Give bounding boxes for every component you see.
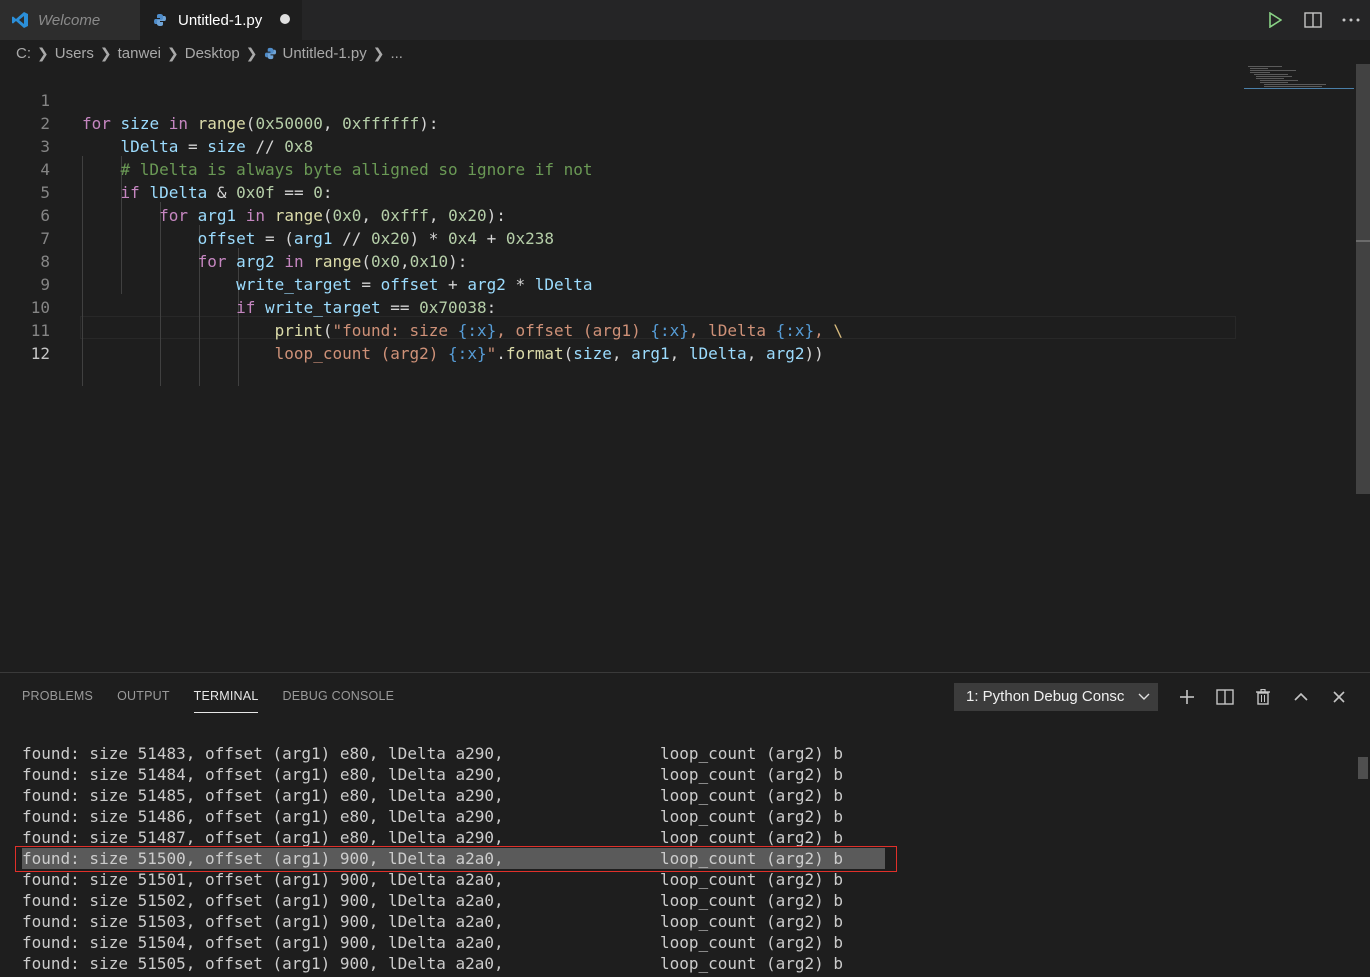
code-editor[interactable]: 1 for size in range(0x50000, 0xffffff): … <box>0 64 1356 672</box>
code-line: 10 print("found: size {:x}, offset (arg1… <box>0 273 843 340</box>
chevron-right-icon: ❯ <box>372 44 385 61</box>
code-text: for arg1 in range(0x0, 0xfff, 0x20): <box>159 206 506 225</box>
code-line: 9 if write_target == 0x70038: <box>0 250 496 317</box>
breadcrumb-item-tanwei[interactable]: tanwei <box>118 45 161 62</box>
code-line: 7 for arg2 in range(0x0,0x10): <box>0 204 467 271</box>
editor-actions <box>1256 0 1370 40</box>
chevron-right-icon: ❯ <box>37 44 49 61</box>
breadcrumb-item-file[interactable]: Untitled-1.py <box>283 45 367 62</box>
panel-tabs: PROBLEMS OUTPUT TERMINAL DEBUG CONSOLE <box>22 687 394 713</box>
more-actions-icon[interactable] <box>1332 0 1370 40</box>
chevron-right-icon: ❯ <box>245 44 258 61</box>
tab-label: Welcome <box>38 11 101 29</box>
code-line: 4 if lDelta & 0x0f == 0: <box>0 135 332 202</box>
terminal-select-dropdown[interactable]: 1: Python Debug Consc <box>954 683 1158 711</box>
terminal-scrollbar-thumb[interactable] <box>1358 757 1368 779</box>
tab-untitled-1-py[interactable]: Untitled-1.py <box>140 0 302 40</box>
line-number: 12 <box>30 344 50 363</box>
terminal-line: found: size 51504, offset (arg1) 900, lD… <box>22 933 844 952</box>
editor-scrollbar[interactable] <box>1356 64 1370 672</box>
code-line: 12 <box>0 319 50 363</box>
terminal-line: found: size 51484, offset (arg1) e80, lD… <box>22 765 844 784</box>
tab-debug-console[interactable]: DEBUG CONSOLE <box>282 687 394 713</box>
terminal-line: found: size 51486, offset (arg1) e80, lD… <box>22 807 844 826</box>
split-editor-icon[interactable] <box>1294 0 1332 40</box>
chevron-right-icon: ❯ <box>99 44 112 61</box>
terminal-line: found: size 51502, offset (arg1) 900, lD… <box>22 891 844 910</box>
add-terminal-icon[interactable] <box>1168 683 1206 711</box>
panel-actions <box>1168 683 1358 711</box>
terminal-line: found: size 51501, offset (arg1) 900, lD… <box>22 870 844 889</box>
maximize-panel-icon[interactable] <box>1282 683 1320 711</box>
tab-welcome[interactable]: Welcome <box>0 0 140 40</box>
python-file-icon <box>264 47 277 60</box>
breadcrumb-item-symbols[interactable]: ... <box>390 45 403 62</box>
code-text: lDelta = size // 0x8 <box>120 137 314 156</box>
tab-problems[interactable]: PROBLEMS <box>22 687 93 713</box>
code-line: 11 loop_count (arg2) {:x}".format(size, … <box>0 296 824 363</box>
code-text: loop_count (arg2) {:x}".format(size, arg… <box>274 344 824 363</box>
trash-icon[interactable] <box>1244 683 1282 711</box>
terminal-line: found: size 51503, offset (arg1) 900, lD… <box>22 912 844 931</box>
python-file-icon <box>150 10 170 30</box>
breadcrumb-item-users[interactable]: Users <box>55 45 94 62</box>
unsaved-dot-icon[interactable] <box>280 14 290 24</box>
code-line: 1 for size in range(0x50000, 0xffffff): <box>0 66 438 133</box>
chevron-down-icon <box>1138 683 1150 711</box>
scrollbar-cursor-marker <box>1356 240 1370 242</box>
chevron-right-icon: ❯ <box>167 44 179 61</box>
code-text: if write_target == 0x70038: <box>236 298 497 317</box>
breadcrumb: C: ❯ Users ❯ tanwei ❯ Desktop ❯ Untitled… <box>16 42 403 64</box>
tab-terminal[interactable]: TERMINAL <box>193 687 259 713</box>
breadcrumb-item-drive[interactable]: C: <box>16 45 31 62</box>
vscode-logo-icon <box>10 10 30 30</box>
terminal-line: found: size 51483, offset (arg1) e80, lD… <box>22 744 844 763</box>
close-panel-icon[interactable] <box>1320 683 1358 711</box>
breadcrumb-item-desktop[interactable]: Desktop <box>185 45 240 62</box>
code-line: 2 lDelta = size // 0x8 <box>0 89 313 156</box>
editor-tab-bar: Welcome Untitled-1.py <box>0 0 1370 40</box>
tab-output[interactable]: OUTPUT <box>117 687 170 713</box>
run-icon[interactable] <box>1256 0 1294 40</box>
bottom-panel: PROBLEMS OUTPUT TERMINAL DEBUG CONSOLE 1… <box>0 672 1370 977</box>
terminal-scrollbar[interactable] <box>1356 672 1370 977</box>
red-highlight-box <box>15 846 897 872</box>
minimap[interactable] <box>1244 64 1354 94</box>
editor-scrollbar-thumb[interactable] <box>1356 64 1370 494</box>
terminal-line: found: size 51505, offset (arg1) 900, lD… <box>22 954 844 973</box>
code-text: # lDelta is always byte alligned so igno… <box>120 160 593 179</box>
code-line: 8 write_target = offset + arg2 * lDelta <box>0 227 592 294</box>
terminal-line: found: size 51487, offset (arg1) e80, lD… <box>22 828 844 847</box>
code-line: 3 # lDelta is always byte alligned so ig… <box>0 112 592 179</box>
code-text: offset = (arg1 // 0x20) * 0x4 + 0x238 <box>197 229 555 248</box>
code-line: 5 for arg1 in range(0x0, 0xfff, 0x20): <box>0 158 506 225</box>
terminal-select-value: 1: Python Debug Consc <box>966 688 1125 705</box>
code-text: for arg2 in range(0x0,0x10): <box>197 252 468 271</box>
code-line: 6 offset = (arg1 // 0x20) * 0x4 + 0x238 <box>0 181 554 248</box>
terminal-line: found: size 51485, offset (arg1) e80, lD… <box>22 786 844 805</box>
code-text: for size in range(0x50000, 0xffffff): <box>82 114 439 133</box>
split-terminal-icon[interactable] <box>1206 683 1244 711</box>
code-text: if lDelta & 0x0f == 0: <box>120 183 333 202</box>
code-text: write_target = offset + arg2 * lDelta <box>236 275 593 294</box>
tab-label: Untitled-1.py <box>178 11 263 29</box>
code-text: print("found: size {:x}, offset (arg1) {… <box>274 321 844 340</box>
